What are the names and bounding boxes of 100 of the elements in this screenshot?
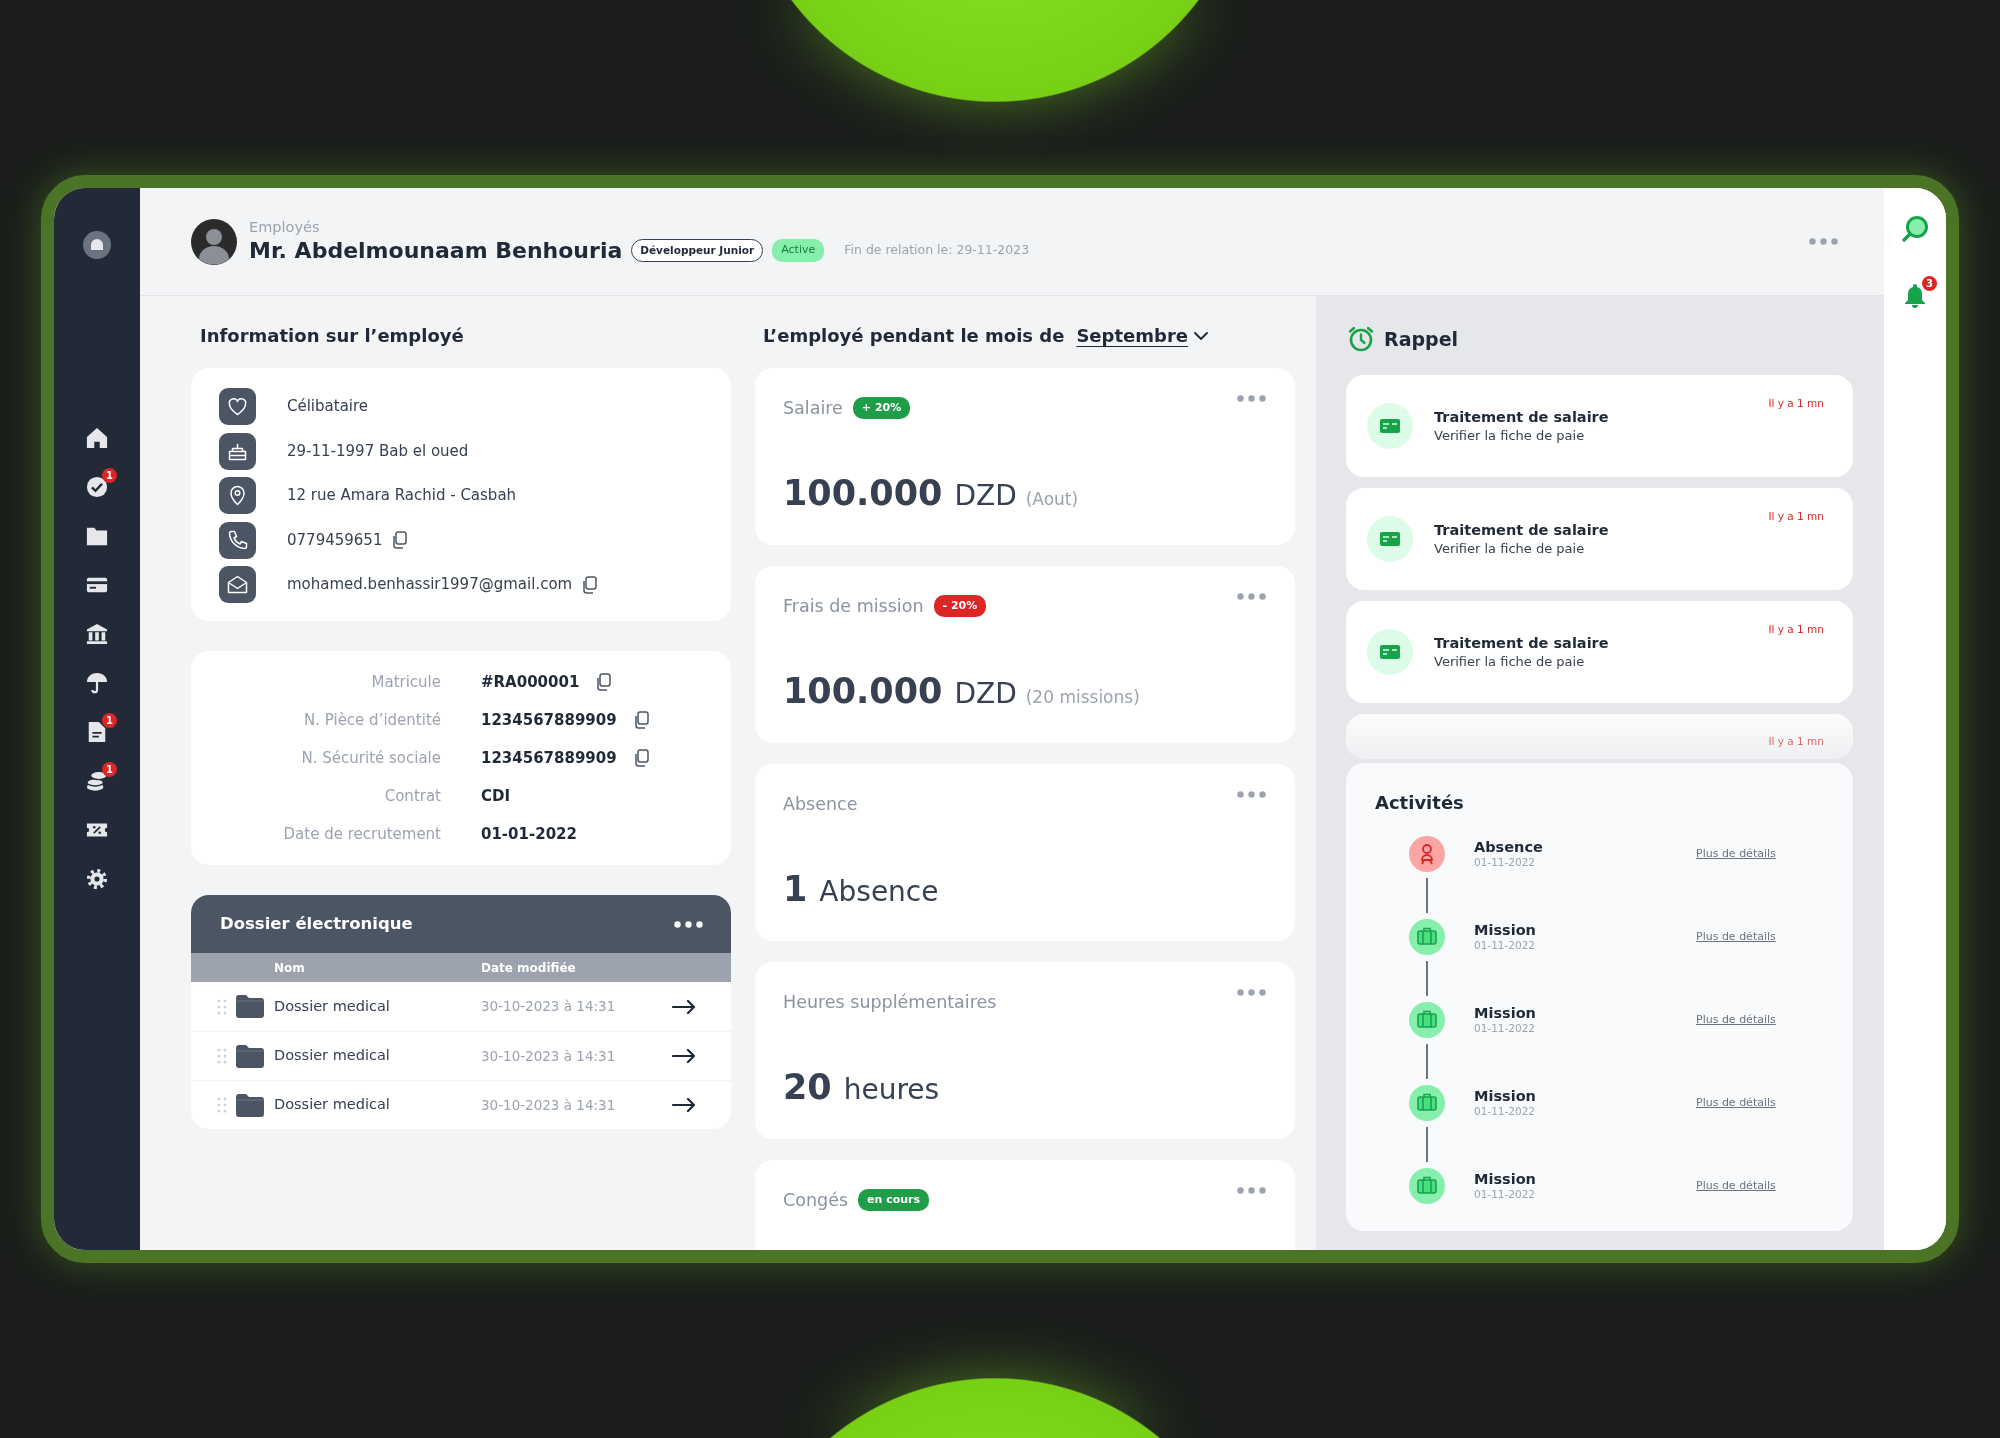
reminder-title: Traitement de salaire [1434,634,1609,653]
table-cell-text: Dossier medical [274,996,391,1016]
count-badge: 3 [1922,276,1937,291]
change-badge: + 20% [852,396,911,420]
column-header: Date modifiée [481,959,576,977]
amount-value: 100.000 [783,670,943,713]
contact-text: 0779459651 [287,529,383,551]
coins-icon[interactable] [86,770,108,792]
copy-icon[interactable] [632,711,649,729]
contact-text: mohamed.benhassir1997@gmail.com [287,574,573,596]
person-icon [1409,836,1445,872]
details-link[interactable]: Plus de détails [1696,928,1776,946]
field-label: N. Pièce d’identité [303,709,441,731]
field-value: CDI [481,785,511,807]
field-value: 1234567889909 [481,709,617,731]
copy-icon[interactable] [632,749,649,767]
bell-icon[interactable] [1903,283,1927,308]
umbrella-icon[interactable] [86,672,108,694]
drag-handle-icon[interactable] [217,1048,227,1064]
logo-icon[interactable] [83,231,111,259]
folder-icon [236,1093,264,1117]
month-dropdown[interactable]: Septembre [1076,324,1208,348]
location-pin-icon [219,477,256,514]
amount-unit: DZD [954,478,1017,514]
settings-icon[interactable] [86,868,108,890]
home-icon[interactable] [86,427,108,449]
field-label: Contrat [383,785,441,807]
section-title: Information sur l’employé [200,324,464,348]
amount-note: (20 missions) [1025,686,1140,709]
reminder-card[interactable]: Il y a 1 mn [1346,714,1853,759]
amount-note: (Aout) [1025,488,1079,511]
arrow-right-icon[interactable] [672,1098,696,1112]
time-text: Il y a 1 mn [1768,509,1824,524]
copy-icon[interactable] [581,575,598,594]
bank-icon[interactable] [86,623,108,645]
payment-card-icon [1367,516,1413,562]
details-link[interactable]: Plus de détails [1696,1094,1776,1112]
copy-icon[interactable] [391,531,408,549]
contact-text: 12 rue Amara Rachid - Casbah [287,485,517,507]
card-title: Frais de mission [783,594,924,618]
copy-icon[interactable] [595,673,612,691]
time-text: Il y a 1 mn [1768,622,1824,637]
role-tag: Développeur Junior [631,238,764,263]
card-title: Heures supplémentaires [783,990,997,1014]
details-link[interactable]: Plus de détails [1696,1011,1776,1029]
timeline-line [1426,961,1428,996]
reminder-card[interactable]: Traitement de salaire Verifier la fiche de paie Il y a 1 mn [1346,375,1853,477]
payment-card-icon [1367,629,1413,675]
arrow-right-icon[interactable] [672,999,696,1014]
briefcase-icon [1409,919,1445,955]
cake-icon [219,432,256,470]
table-cell-text: 30-10-2023 à 14:31 [481,1046,617,1066]
alarm-clock-icon [1348,326,1374,352]
document-icon[interactable] [86,721,108,743]
section-title: L’employé pendant le mois de [763,324,1065,348]
avatar [191,218,237,265]
amount-unit: DZD [954,676,1017,712]
status-tag: Active [772,239,825,262]
activity-title: Mission [1474,1171,1536,1188]
field-value: #RA000001 [481,671,580,693]
count-badge: 1 [102,713,117,728]
amount-unit: heures [843,1072,940,1108]
details-link[interactable]: Plus de détails [1696,1177,1776,1195]
reminder-card[interactable]: Traitement de salaire Verifier la fiche de paie Il y a 1 mn [1346,488,1853,590]
count-badge: 1 [102,762,117,777]
amount-value: 20 [783,1066,832,1109]
reminder-title: Traitement de salaire [1434,408,1609,427]
drag-handle-icon[interactable] [217,1097,227,1113]
contact-text: 29-11-1997 Bab el oued [287,440,469,462]
arrow-right-icon[interactable] [672,1049,696,1063]
reminder-subtitle: Verifier la fiche de paie [1434,427,1585,445]
field-value: 01-01-2022 [481,823,577,845]
panel-title: Activités [1375,791,1464,815]
details-link[interactable]: Plus de détails [1696,845,1776,863]
briefcase-icon [1409,1168,1445,1204]
field-label: N. Sécurité sociale [300,747,441,769]
end-date-text: Fin de relation le: 29-11-2023 [844,241,1030,260]
check-circle-icon[interactable] [86,476,108,498]
field-value: 1234567889909 [481,747,617,769]
timeline-line [1426,878,1428,913]
activity-title: Mission [1474,1088,1536,1105]
table-cell-text: 30-10-2023 à 14:31 [481,997,617,1017]
more-icon[interactable] [674,920,703,928]
table-cell-text: Dossier medical [274,1095,391,1115]
change-badge: - 20% [933,594,987,618]
activity-date: 01-11-2022 [1474,939,1536,952]
reminder-card[interactable]: Traitement de salaire Verifier la fiche de paie Il y a 1 mn [1346,601,1853,703]
section-title: Rappel [1384,326,1459,352]
time-text: Il y a 1 mn [1768,396,1824,411]
reminder-title: Traitement de salaire [1434,521,1609,540]
activity-title: Mission [1474,1005,1536,1022]
reminder-subtitle: Verifier la fiche de paie [1434,653,1585,671]
folder-icon[interactable] [86,525,108,547]
table-cell-text: 30-10-2023 à 14:31 [481,1095,617,1115]
drag-handle-icon[interactable] [217,998,227,1015]
activity-date: 01-11-2022 [1474,1105,1536,1118]
table-cell-text: Dossier medical [274,1046,391,1066]
amount-value: 1 [783,868,808,911]
search-icon[interactable] [1901,215,1929,243]
change-badge: en cours [858,1188,930,1212]
